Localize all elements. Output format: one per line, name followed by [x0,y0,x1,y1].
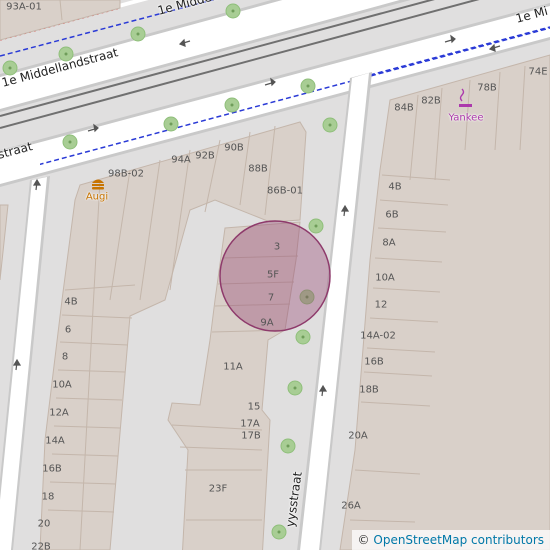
house-number: 10A [52,379,72,391]
house-number: 12A [49,407,69,419]
house-number: 86B-01 [267,185,303,197]
house-number: 14A-02 [360,330,396,342]
copyright-symbol: © [357,533,370,547]
house-number: 93A-01 [6,1,42,13]
house-number: 8 [61,351,69,363]
house-number: 16B [42,463,62,475]
house-number: 15 [247,401,261,413]
osm-contributors-link[interactable]: OpenStreetMap contributors [373,533,544,547]
house-number: 6B [385,209,399,221]
house-number: 6 [64,324,72,336]
house-number: 9A [260,317,274,329]
house-number: 11A [223,361,243,373]
house-number: 92B [195,150,215,162]
house-number: 4B [388,181,402,193]
house-number: 12 [374,299,388,311]
house-number: 78B [477,82,497,94]
house-number: 98B-02 [108,168,144,180]
house-number: 16B [364,356,384,368]
house-number: 4B [64,296,78,308]
house-number: 14A [45,435,65,447]
house-number: 74E [528,66,548,78]
house-number: 26A [341,500,361,512]
house-number: 23F [208,483,228,495]
house-number: 3 [273,241,281,253]
house-number: 17B [241,430,261,442]
poi-label-augi[interactable]: Augi [86,192,108,203]
house-number: 88B [248,163,268,175]
house-number: 20 [37,518,51,530]
house-number: 94A [171,154,191,166]
house-number: 22B [31,541,51,550]
map-canvas[interactable]: 1e Middellandstraat 1e Middellandstraat … [0,0,550,550]
house-number: 18B [359,384,379,396]
house-number: 7 [267,292,275,304]
house-number: 5F [266,269,280,281]
house-number: 8A [382,237,396,249]
house-number: 10A [375,272,395,284]
house-number: 17A [240,418,260,430]
house-number: 82B [421,95,441,107]
poi-label-yankee[interactable]: Yankee [449,113,484,124]
house-number: 18 [41,491,55,503]
house-number: 20A [348,430,368,442]
map-attribution: © OpenStreetMap contributors [351,530,550,550]
house-number: 84B [394,102,414,114]
house-number: 90B [224,142,244,154]
